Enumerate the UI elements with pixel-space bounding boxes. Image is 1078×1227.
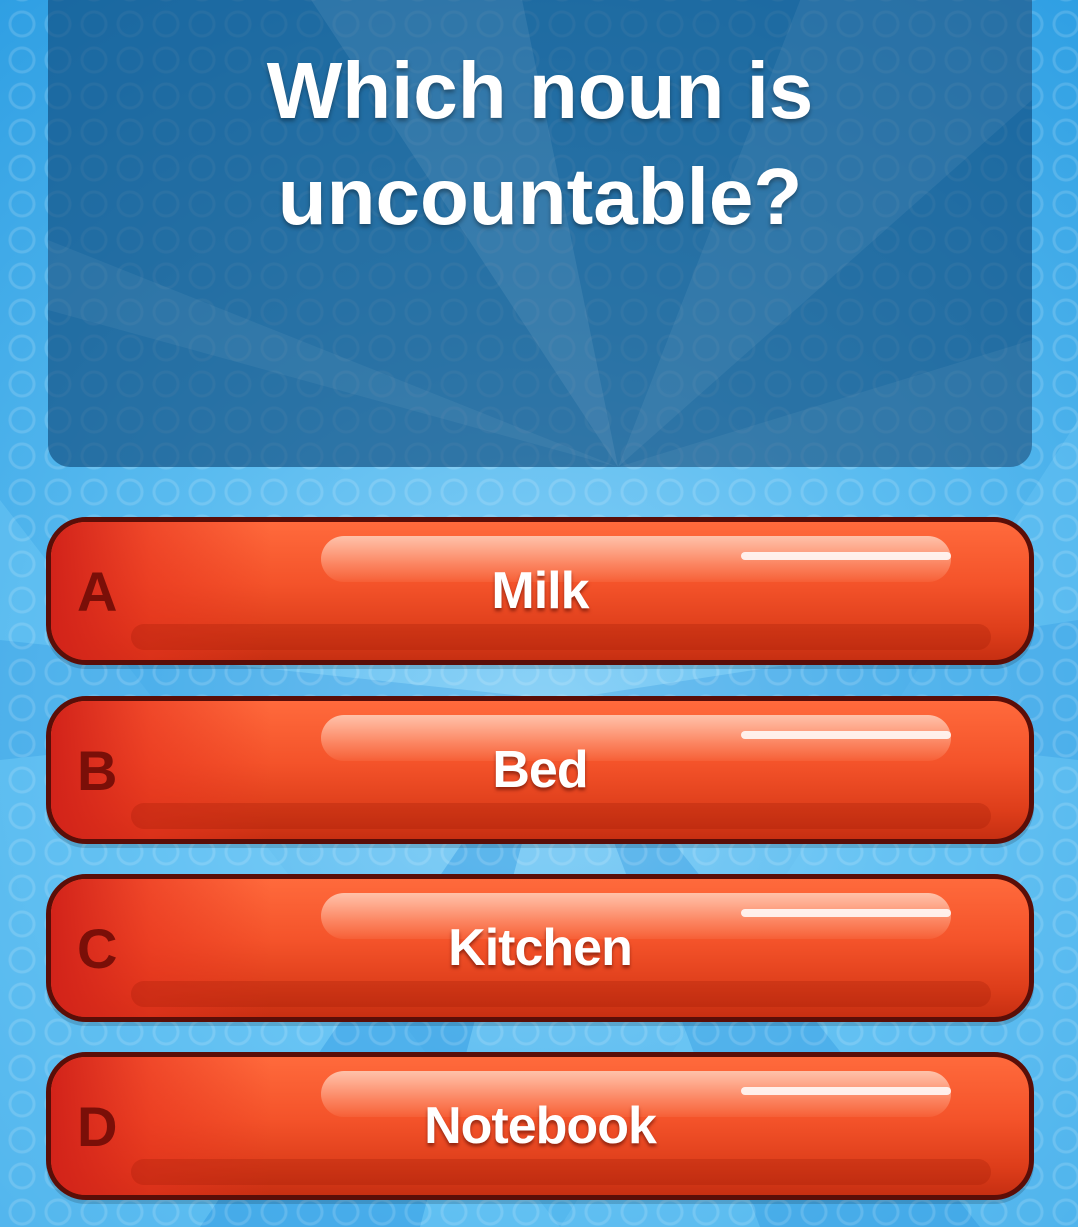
answer-label: Bed [492,741,588,799]
answer-label: Notebook [424,1097,657,1155]
answer-button-c[interactable]: C Kitchen [46,874,1034,1022]
question-text: Which noun is uncountable? [266,46,814,241]
answer-label: Milk [491,562,589,620]
answer-button-b[interactable]: B Bed [46,696,1034,844]
answer-button-d[interactable]: D Notebook [46,1052,1034,1200]
answer-button-a[interactable]: A Milk [46,517,1034,665]
question-panel: Which noun is uncountable? [48,0,1032,467]
answer-label: Kitchen [448,919,633,977]
